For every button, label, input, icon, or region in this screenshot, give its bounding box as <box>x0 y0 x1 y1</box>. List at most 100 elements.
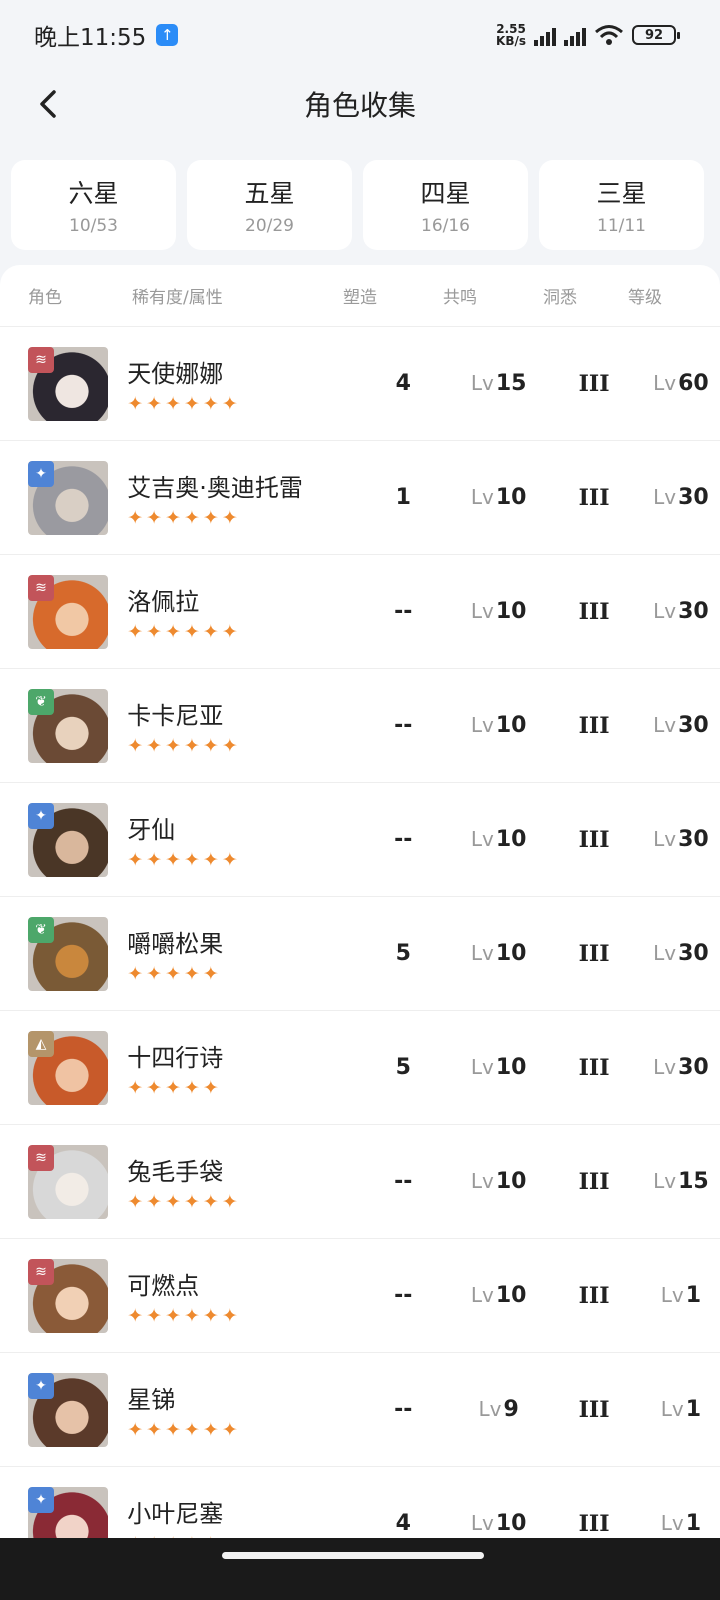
shape-value: 1 <box>395 485 411 510</box>
table-row[interactable]: ❦ 卡卡尼亚 ✦ ✦ ✦ ✦ ✦ ✦ -- Lv10 III Lv30 <box>0 669 720 783</box>
rarity-stars: ✦ ✦ ✦ ✦ ✦ ✦ <box>127 848 329 871</box>
column-header-role: 角色 <box>28 288 62 308</box>
character-info: 牙仙 ✦ ✦ ✦ ✦ ✦ ✦ <box>127 810 329 870</box>
tab-four-star[interactable]: 四星 16/16 <box>363 160 528 250</box>
rarity-star-icon: ✦ <box>221 506 238 529</box>
rarity-star-icon: ✦ <box>146 392 163 415</box>
character-name: 嚼嚼松果 <box>127 929 224 958</box>
table-body: ≋ 天使娜娜 ✦ ✦ ✦ ✦ ✦ ✦ 4 Lv15 III Lv60 ✦ 艾吉奥·奥迪托雷… <box>0 327 720 1575</box>
avatar-cell: ✦ <box>0 460 127 535</box>
shape-value: -- <box>394 1169 413 1194</box>
character-name: 兔毛手袋 <box>127 1157 224 1186</box>
level-number: 1 <box>685 1283 702 1308</box>
rarity-star-icon: ✦ <box>165 1190 181 1213</box>
rarity-star-icon: ✦ <box>165 620 181 643</box>
status-right: 2.55 KB/s 92 <box>496 23 680 47</box>
character-name: 可燃点 <box>127 1271 200 1300</box>
table-row[interactable]: ≋ 洛佩拉 ✦ ✦ ✦ ✦ ✦ ✦ -- Lv10 III Lv30 <box>0 555 720 669</box>
tab-count: 11/11 <box>597 216 646 236</box>
avatar-cell: ✦ <box>0 802 127 877</box>
table-row[interactable]: ✦ 牙仙 ✦ ✦ ✦ ✦ ✦ ✦ -- Lv10 III Lv30 <box>0 783 720 897</box>
rarity-star-icon: ✦ <box>221 1190 238 1213</box>
character-info: 艾吉奥·奥迪托雷 ✦ ✦ ✦ ✦ ✦ ✦ <box>127 468 329 528</box>
insight-value: III <box>578 712 610 739</box>
rarity-stars: ✦ ✦ ✦ ✦ ✦ ✦ <box>127 1418 329 1441</box>
rarity-star-icon: ✦ <box>127 1190 144 1213</box>
character-name: 卡卡尼亚 <box>127 701 224 730</box>
character-avatar: ≋ <box>28 574 108 649</box>
tab-label: 六星 <box>68 179 119 208</box>
insight-value: III <box>578 1396 610 1423</box>
table-row[interactable]: ≋ 可燃点 ✦ ✦ ✦ ✦ ✦ ✦ -- Lv10 III Lv1 <box>0 1239 720 1353</box>
beast-attribute-icon: ≋ <box>28 574 54 601</box>
level-number: 1 <box>685 1511 702 1536</box>
level-value: Lv60 <box>642 371 720 396</box>
rarity-star-icon: ✦ <box>165 734 181 757</box>
rarity-star-icon: ✦ <box>221 392 238 415</box>
avatar-cell: ≋ <box>0 346 127 421</box>
rarity-stars: ✦ ✦ ✦ ✦ ✦ ✦ <box>127 506 329 529</box>
rarity-star-icon: ✦ <box>184 392 200 415</box>
lv-prefix: Lv <box>653 599 677 623</box>
character-info: 卡卡尼亚 ✦ ✦ ✦ ✦ ✦ ✦ <box>127 696 329 756</box>
resonance-number: 10 <box>495 599 527 624</box>
rarity-star-icon: ✦ <box>146 1304 163 1327</box>
page-header: 角色收集 <box>0 70 720 140</box>
rarity-star-icon: ✦ <box>146 962 163 985</box>
shape-value: -- <box>394 1397 413 1422</box>
table-row[interactable]: ✦ 艾吉奥·奥迪托雷 ✦ ✦ ✦ ✦ ✦ ✦ 1 Lv10 III Lv30 <box>0 441 720 555</box>
tab-three-star[interactable]: 三星 11/11 <box>539 160 704 250</box>
rarity-star-icon: ✦ <box>127 620 144 643</box>
rarity-star-icon: ✦ <box>184 962 200 985</box>
rarity-star-icon: ✦ <box>202 962 219 985</box>
rarity-star-icon: ✦ <box>184 1076 200 1099</box>
character-avatar: ✦ <box>28 802 108 877</box>
rarity-star-icon: ✦ <box>127 734 144 757</box>
rarity-star-icon: ✦ <box>127 962 144 985</box>
home-gesture-handle[interactable] <box>222 1552 484 1559</box>
level-value: Lv30 <box>642 941 720 966</box>
lv-prefix: Lv <box>653 827 677 851</box>
rarity-stars: ✦✦✦✦✦ <box>127 962 329 985</box>
tab-six-star[interactable]: 六星 10/53 <box>11 160 176 250</box>
table-header: 角色 稀有度/属性 塑造 共鸣 洞悉 等级 <box>0 265 720 327</box>
character-avatar: ❦ <box>28 688 108 763</box>
rarity-star-icon: ✦ <box>184 848 200 871</box>
table-row[interactable]: ◭ 十四行诗 ✦ ✦ ✦ ✦ ✦ 5 Lv10 III Lv30 <box>0 1011 720 1125</box>
rarity-star-icon: ✦ <box>146 506 163 529</box>
level-value: Lv30 <box>642 1055 720 1080</box>
resonance-value: Lv10 <box>451 827 546 852</box>
rarity-star-icon: ✦ <box>221 1418 238 1441</box>
table-row[interactable]: ❦ 嚼嚼松果 ✦ ✦ ✦ ✦ ✦ 5 Lv10 III Lv30 <box>0 897 720 1011</box>
table-row[interactable]: ≋ 天使娜娜 ✦ ✦ ✦ ✦ ✦ ✦ 4 Lv15 III Lv60 <box>0 327 720 441</box>
rarity-star-icon: ✦ <box>202 1418 219 1441</box>
lv-prefix: Lv <box>470 1055 494 1079</box>
level-value: Lv15 <box>642 1169 720 1194</box>
table-row[interactable]: ≋ 兔毛手袋 ✦ ✦ ✦ ✦ ✦ ✦ -- Lv10 III Lv15 <box>0 1125 720 1239</box>
avatar-cell: ≋ <box>0 1258 127 1333</box>
rarity-star-icon: ✦ <box>221 734 238 757</box>
level-number: 30 <box>678 485 709 510</box>
character-avatar: ◭ <box>28 1030 108 1105</box>
shape-value: -- <box>394 1283 413 1308</box>
clock: 晚上11:55 <box>34 25 147 51</box>
rarity-star-icon: ✦ <box>184 1190 200 1213</box>
beast-attribute-icon: ≋ <box>28 1144 54 1171</box>
rarity-star-icon: ✦ <box>221 620 238 643</box>
insight-value: III <box>578 1054 610 1081</box>
rarity-star-icon: ✦ <box>184 1418 200 1441</box>
rarity-star-icon: ✦ <box>146 1190 163 1213</box>
avatar-cell: ❦ <box>0 916 127 991</box>
rarity-star-icon: ✦ <box>146 734 163 757</box>
avatar-cell: ≋ <box>0 574 127 649</box>
shape-value: 4 <box>395 1511 411 1536</box>
rarity-stars: ✦ ✦ ✦ ✦ ✦ ✦ <box>127 1304 329 1327</box>
tab-five-star[interactable]: 五星 20/29 <box>187 160 352 250</box>
level-value: Lv1 <box>642 1397 720 1422</box>
insight-value: III <box>578 1282 610 1309</box>
column-header-level: 等级 <box>628 288 662 308</box>
character-name: 牙仙 <box>127 815 176 844</box>
avatar-cell: ❦ <box>0 688 127 763</box>
resonance-number: 10 <box>495 941 527 966</box>
table-row[interactable]: ✦ 星锑 ✦ ✦ ✦ ✦ ✦ ✦ -- Lv9 III Lv1 <box>0 1353 720 1467</box>
